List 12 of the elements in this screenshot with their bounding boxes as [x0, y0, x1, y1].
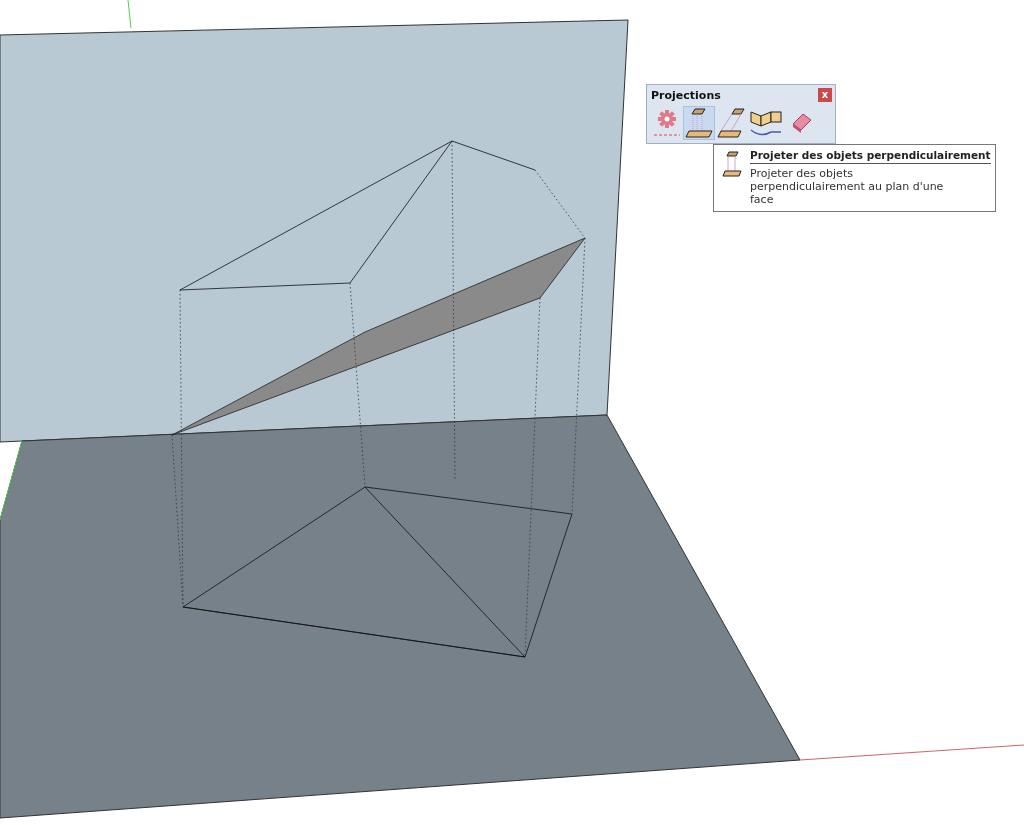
tooltip-title: Projeter des objets perpendiculairement [750, 149, 991, 164]
projection-icon [722, 151, 742, 177]
projection-tool-button[interactable] [715, 106, 747, 140]
gear-icon [653, 108, 681, 138]
projection-icon [685, 108, 713, 138]
projection-tool-button[interactable] [683, 106, 715, 140]
toolbar-title: Projections [651, 88, 721, 102]
unfold-icon [749, 108, 783, 138]
oblique-projection-icon [717, 108, 745, 138]
tooltip-description: Projeter des objets perpendiculairement au plan d'une face [750, 167, 945, 206]
axis-line [127, 0, 132, 29]
close-button[interactable]: x [818, 88, 832, 102]
